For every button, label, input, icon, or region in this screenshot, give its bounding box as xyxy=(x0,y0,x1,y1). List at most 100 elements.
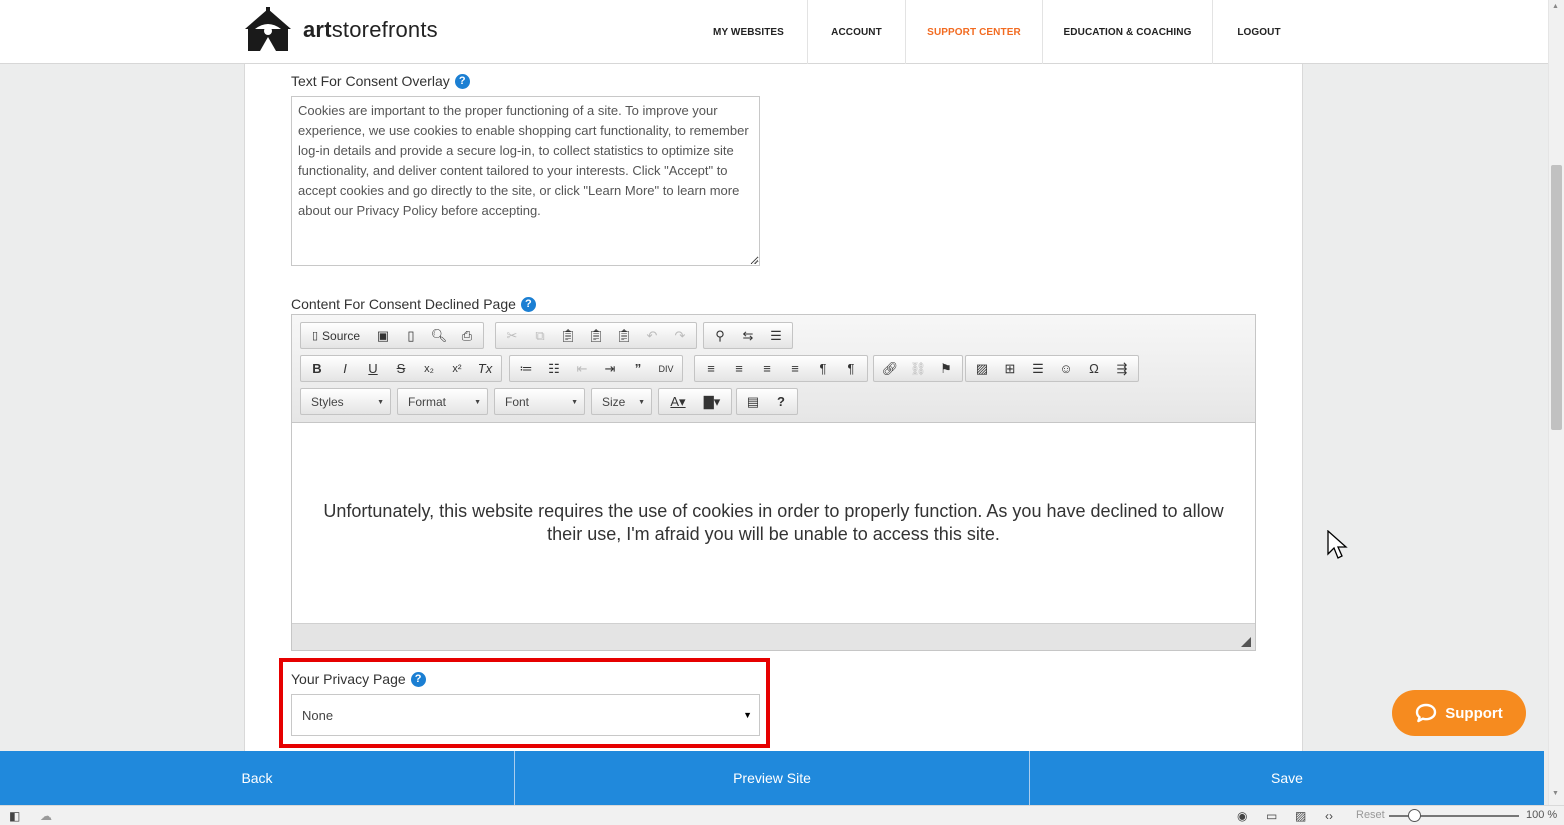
justify-icon[interactable]: ≡ xyxy=(781,356,809,381)
logo-text-bold: art xyxy=(303,17,332,42)
paste-word-icon[interactable]: 📋︎ xyxy=(610,323,638,348)
toolbar-group-document: ▯ Source ▣ ▯ 🔍︎ ⎙ xyxy=(300,322,484,349)
preview-site-button[interactable]: Preview Site xyxy=(515,751,1030,805)
back-button[interactable]: Back xyxy=(0,751,515,805)
print-icon[interactable]: ⎙ xyxy=(453,323,481,348)
editor-footer xyxy=(292,623,1255,650)
resize-grip-icon[interactable] xyxy=(750,256,758,264)
subscript-icon[interactable]: x₂ xyxy=(415,356,443,381)
panel-toggle-icon[interactable]: ◧ xyxy=(9,809,20,823)
chat-bubble-icon xyxy=(1416,703,1437,723)
mouse-cursor-icon xyxy=(1327,530,1348,559)
window-icon[interactable]: ▭ xyxy=(1266,809,1277,823)
numbered-list-icon[interactable]: ≔ xyxy=(512,356,540,381)
save-icon[interactable]: ▣ xyxy=(369,323,397,348)
zoom-slider-handle[interactable] xyxy=(1408,809,1421,822)
rtl-icon[interactable]: ¶ xyxy=(837,356,865,381)
size-dropdown[interactable]: Size ▼ xyxy=(591,388,652,415)
scroll-down-icon[interactable]: ▼ xyxy=(1552,790,1559,797)
replace-icon[interactable]: ⇆ xyxy=(734,323,762,348)
preview-icon[interactable]: 🔍︎ xyxy=(425,323,453,348)
background-color-icon[interactable]: ▇▾ xyxy=(695,389,729,414)
outdent-icon[interactable]: ⇤ xyxy=(568,356,596,381)
link-icon[interactable]: 🔗︎ xyxy=(876,356,904,381)
redo-icon[interactable]: ↷ xyxy=(666,323,694,348)
storefront-logo-icon xyxy=(245,7,291,51)
scroll-thumb[interactable] xyxy=(1551,165,1562,430)
about-icon[interactable]: ? xyxy=(767,389,795,414)
editor-toolbar: ▯ Source ▣ ▯ 🔍︎ ⎙ ✂ ⧉ 📋︎ 📋︎ 📋︎ ↶ ↷ ⚲ ⇆ ☰ … xyxy=(292,315,1255,423)
new-page-icon[interactable]: ▯ xyxy=(397,323,425,348)
save-button[interactable]: Save xyxy=(1030,751,1544,805)
div-icon[interactable]: DIV xyxy=(652,356,680,381)
align-right-icon[interactable]: ≡ xyxy=(753,356,781,381)
page-break-icon[interactable]: ⇶ xyxy=(1108,356,1136,381)
maximize-icon[interactable]: ▤ xyxy=(739,389,767,414)
styles-dropdown[interactable]: Styles ▼ xyxy=(300,388,391,415)
select-all-icon[interactable]: ☰ xyxy=(762,323,790,348)
bulleted-list-icon[interactable]: ☷ xyxy=(540,356,568,381)
italic-icon[interactable]: I xyxy=(331,356,359,381)
toolbar-group-tools: ▤ ? xyxy=(736,388,798,415)
consent-overlay-label: Text For Consent Overlay ? xyxy=(291,72,470,90)
special-char-icon[interactable]: Ω xyxy=(1080,356,1108,381)
cut-icon[interactable]: ✂ xyxy=(498,323,526,348)
superscript-icon[interactable]: x² xyxy=(443,356,471,381)
help-icon[interactable]: ? xyxy=(454,73,470,89)
vertical-scrollbar[interactable]: ▲ ▼ xyxy=(1548,0,1564,805)
paste-text-icon[interactable]: 📋︎ xyxy=(582,323,610,348)
format-dropdown[interactable]: Format ▼ xyxy=(397,388,488,415)
strikethrough-icon[interactable]: S xyxy=(387,356,415,381)
align-left-icon[interactable]: ≡ xyxy=(697,356,725,381)
logo-text-rest: storefronts xyxy=(331,17,438,42)
nav-education-coaching[interactable]: EDUCATION & COACHING xyxy=(1043,0,1213,64)
resize-grip-icon[interactable] xyxy=(1241,637,1251,647)
horizontal-rule-icon[interactable]: ☰ xyxy=(1024,356,1052,381)
ltr-icon[interactable]: ¶ xyxy=(809,356,837,381)
editor-content-area[interactable]: Unfortunately, this website requires the… xyxy=(292,423,1255,623)
cloud-icon[interactable]: ☁ xyxy=(40,809,52,823)
nav-support-center[interactable]: SUPPORT CENTER xyxy=(906,0,1043,64)
copy-icon[interactable]: ⧉ xyxy=(526,323,554,348)
declined-page-label-text: Content For Consent Declined Page xyxy=(291,296,516,312)
zoom-reset[interactable]: Reset xyxy=(1356,809,1385,821)
source-button[interactable]: ▯ Source xyxy=(303,323,369,348)
styles-dropdown-label: Styles xyxy=(311,394,344,409)
support-button-label: Support xyxy=(1445,704,1503,722)
nav-my-websites[interactable]: MY WEBSITES xyxy=(690,0,808,64)
unlink-icon[interactable]: ⛓ xyxy=(904,356,932,381)
toolbar-group-clipboard: ✂ ⧉ 📋︎ 📋︎ 📋︎ ↶ ↷ xyxy=(495,322,697,349)
remove-format-icon[interactable]: Tx xyxy=(471,356,499,381)
toolbar-group-paragraph: ≔ ☷ ⇤ ⇥ ” DIV xyxy=(509,355,683,382)
underline-icon[interactable]: U xyxy=(359,356,387,381)
anchor-icon[interactable]: ⚑ xyxy=(932,356,960,381)
smiley-icon[interactable]: ☺ xyxy=(1052,356,1080,381)
align-center-icon[interactable]: ≡ xyxy=(725,356,753,381)
font-dropdown[interactable]: Font ▼ xyxy=(494,388,585,415)
toolbar-group-basicstyles: B I U S x₂ x² Tx xyxy=(300,355,502,382)
paste-icon[interactable]: 📋︎ xyxy=(554,323,582,348)
support-button[interactable]: Support xyxy=(1392,690,1526,736)
nav-logout[interactable]: LOGOUT xyxy=(1213,0,1305,64)
logo-text: artstorefronts xyxy=(303,17,438,43)
consent-overlay-textarea[interactable]: Cookies are important to the proper func… xyxy=(291,96,760,266)
undo-icon[interactable]: ↶ xyxy=(638,323,666,348)
table-icon[interactable]: ⊞ xyxy=(996,356,1024,381)
toolbar-group-find: ⚲ ⇆ ☰ xyxy=(703,322,793,349)
logo[interactable]: artstorefronts xyxy=(243,6,438,54)
chevron-down-icon: ▼ xyxy=(474,399,481,406)
find-icon[interactable]: ⚲ xyxy=(706,323,734,348)
indent-icon[interactable]: ⇥ xyxy=(596,356,624,381)
image-icon[interactable]: ▨ xyxy=(1295,809,1306,823)
code-icon[interactable]: ‹› xyxy=(1325,809,1333,823)
source-button-label: Source xyxy=(322,328,361,343)
camera-icon[interactable]: ◉ xyxy=(1237,809,1247,823)
chevron-down-icon: ▼ xyxy=(377,399,384,406)
image-icon[interactable]: ▨ xyxy=(968,356,996,381)
nav-account[interactable]: ACCOUNT xyxy=(808,0,906,64)
scroll-up-icon[interactable]: ▲ xyxy=(1552,3,1559,10)
help-icon[interactable]: ? xyxy=(520,296,536,312)
text-color-icon[interactable]: A▾ xyxy=(661,389,695,414)
bold-icon[interactable]: B xyxy=(303,356,331,381)
blockquote-icon[interactable]: ” xyxy=(624,356,652,381)
